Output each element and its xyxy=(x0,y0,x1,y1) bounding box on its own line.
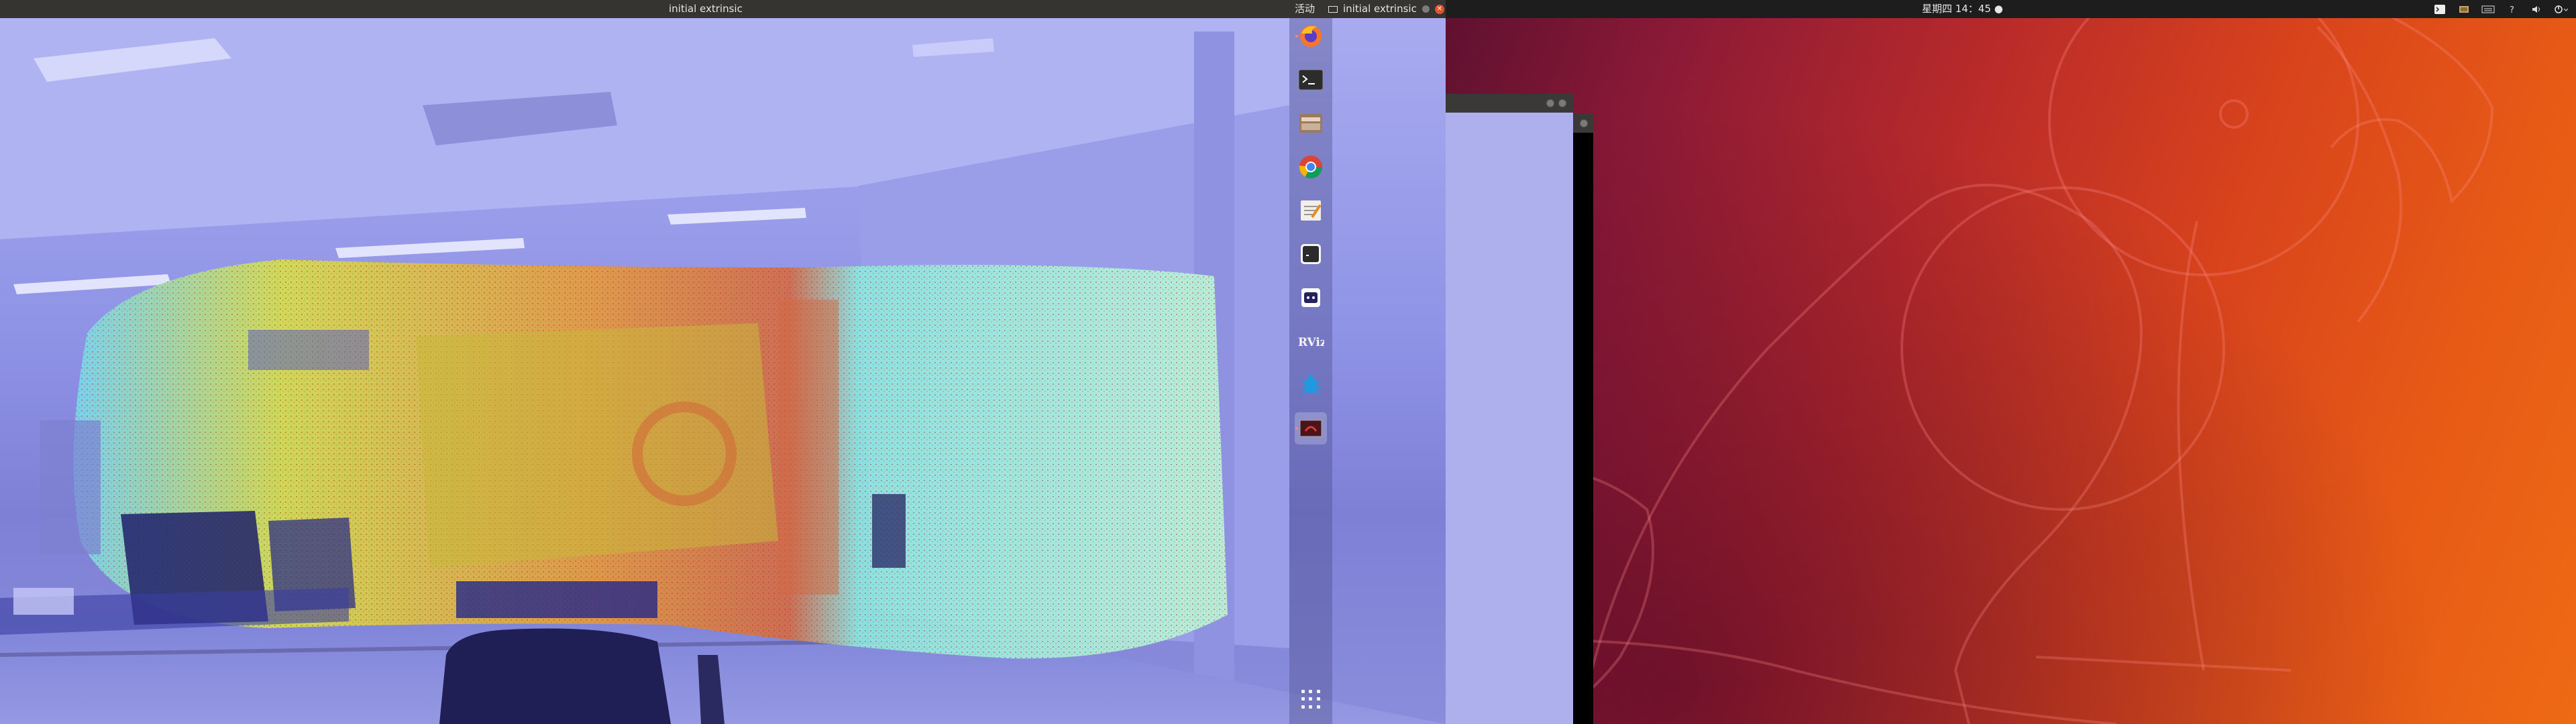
calibration-window-icon[interactable] xyxy=(1297,415,1324,442)
black-window-titlebar[interactable] xyxy=(1573,114,1593,133)
show-applications-button[interactable] xyxy=(1300,688,1322,710)
svg-text:?: ? xyxy=(2510,5,2514,15)
app-menu[interactable]: initial extrinsic ✕ xyxy=(1328,0,1444,18)
firefox-icon[interactable] xyxy=(1297,23,1324,50)
dock-item-text-editor[interactable] xyxy=(1295,194,1327,227)
text-editor-icon[interactable] xyxy=(1297,197,1324,224)
wall-sign xyxy=(248,330,369,370)
terminal-icon[interactable] xyxy=(2432,4,2447,15)
background-window-titlebar[interactable] xyxy=(1446,94,1573,113)
grid-dot xyxy=(1309,690,1313,693)
qt-creator-icon[interactable] xyxy=(1297,284,1324,311)
grid-dot xyxy=(1309,697,1313,701)
activities-button[interactable]: 活动 xyxy=(1295,0,1315,18)
terminal-alt-icon[interactable] xyxy=(1297,241,1324,267)
dock-item-firefox[interactable] xyxy=(1295,20,1327,52)
office-chair xyxy=(439,628,671,724)
desktop-wallpaper xyxy=(1446,0,2576,724)
dock-item-terminal[interactable] xyxy=(1295,64,1327,96)
minimize-button[interactable] xyxy=(1421,5,1430,13)
grid-dot xyxy=(1301,705,1305,709)
ceiling-light xyxy=(335,238,525,258)
dock-item-terminal-alt[interactable] xyxy=(1295,238,1327,270)
volume-icon[interactable] xyxy=(2529,4,2544,15)
input-method-icon[interactable] xyxy=(2481,4,2496,15)
dock-item-rviz[interactable]: RViz xyxy=(1295,325,1327,357)
ceiling-light xyxy=(667,208,806,225)
bug-icon[interactable] xyxy=(1297,371,1324,398)
rviz-icon[interactable]: RViz xyxy=(1297,328,1324,355)
keyboard-icon[interactable] xyxy=(2457,4,2471,15)
grid-dot xyxy=(1316,705,1320,709)
black-window[interactable] xyxy=(1573,114,1593,724)
top-panel-left: initial extrinsic 活动 initial extrinsic ✕ xyxy=(0,0,1446,18)
robot-base xyxy=(456,581,657,618)
window-close-button[interactable] xyxy=(1580,119,1588,127)
window-app-icon xyxy=(1328,5,1338,13)
dock: RViz xyxy=(1289,18,1332,724)
calibration-board xyxy=(416,323,778,568)
grid-dot xyxy=(1301,697,1305,701)
desk-device xyxy=(13,588,74,615)
whiteboard-stand xyxy=(40,420,101,554)
clock[interactable]: 星期四 14：45 ● xyxy=(1922,0,2003,18)
power-icon[interactable] xyxy=(2553,4,2568,15)
app-menu-label[interactable]: initial extrinsic xyxy=(1343,0,1417,18)
dock-item-files[interactable] xyxy=(1295,107,1327,139)
terminal-icon[interactable] xyxy=(1297,66,1324,93)
dock-item-chrome[interactable] xyxy=(1295,151,1327,183)
grid-dot xyxy=(1301,690,1305,693)
grid-dot xyxy=(1309,705,1313,709)
window-minimize-button[interactable] xyxy=(1546,99,1554,107)
dock-item-qt-creator[interactable] xyxy=(1295,282,1327,314)
dock-item-bug-tool[interactable] xyxy=(1295,369,1327,401)
system-tray: ? xyxy=(2432,0,2568,18)
grid-dot xyxy=(1316,690,1320,693)
dock-item-calibration-window[interactable] xyxy=(1295,412,1327,444)
help-icon[interactable]: ? xyxy=(2505,4,2520,15)
background-window[interactable] xyxy=(1446,94,1573,724)
files-icon[interactable] xyxy=(1297,110,1324,137)
chrome-icon[interactable] xyxy=(1297,154,1324,180)
top-panel-right: 星期四 14：45 ● ? xyxy=(1446,0,2576,18)
running-indicator xyxy=(1295,427,1298,430)
window-title: initial extrinsic xyxy=(669,3,743,15)
camera-lidar-overlay-image xyxy=(0,18,1446,724)
grid-dot xyxy=(1316,697,1320,701)
door xyxy=(778,300,839,595)
calibration-viewer[interactable] xyxy=(0,18,1446,724)
wallpaper-line-art xyxy=(1446,0,2494,724)
rviz-label: RViz xyxy=(1298,336,1324,349)
running-indicator xyxy=(1295,35,1298,38)
window-close-button[interactable] xyxy=(1558,99,1566,107)
trash-bin xyxy=(872,494,906,568)
close-button[interactable]: ✕ xyxy=(1434,4,1444,14)
